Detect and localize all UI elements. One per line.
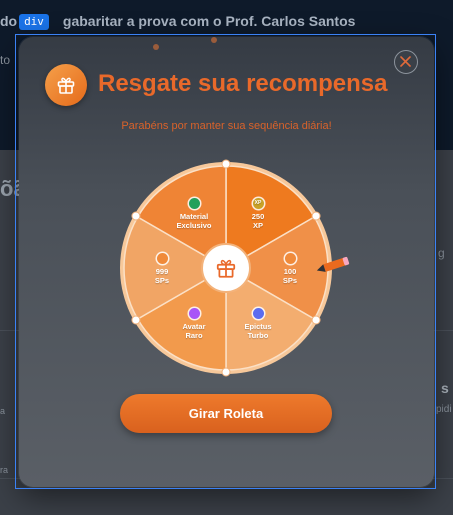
wheel-segment-label: Avatar Raro bbox=[164, 308, 224, 340]
wheel-pointer bbox=[314, 254, 354, 281]
background-header-title: gabaritar a prova com o Prof. Carlos San… bbox=[62, 13, 356, 29]
wheel-peg bbox=[131, 211, 141, 221]
segment-label-line2: Exclusivo bbox=[176, 220, 212, 230]
segment-label-line1: 999 bbox=[155, 267, 169, 276]
wheel-segment-label: 999 SPs bbox=[132, 253, 192, 285]
modal-subtitle: Parabéns por manter sua sequência diária… bbox=[121, 120, 332, 132]
pencil-pointer-icon bbox=[316, 256, 350, 272]
background-side-text: s bbox=[441, 380, 449, 396]
confetti-dot bbox=[153, 44, 159, 50]
wheel-peg bbox=[311, 211, 321, 221]
segment-label-line1: Avatar bbox=[182, 322, 206, 332]
confetti-dot bbox=[211, 37, 217, 43]
avatar-icon bbox=[188, 308, 200, 320]
sp-coin-icon bbox=[284, 253, 296, 264]
segment-label-line2: Turbo bbox=[247, 331, 269, 341]
sp-coin-icon bbox=[156, 253, 168, 264]
close-icon bbox=[400, 56, 411, 67]
devtools-element-tag: div bbox=[19, 14, 49, 30]
segment-label-line1: Material bbox=[179, 211, 209, 221]
material-icon bbox=[188, 197, 200, 209]
wheel-peg bbox=[311, 315, 321, 325]
turbo-icon bbox=[252, 308, 264, 320]
wheel-segment-label: Epictus Turbo bbox=[228, 308, 288, 340]
gift-badge bbox=[45, 64, 87, 106]
close-button[interactable] bbox=[394, 50, 418, 74]
background-side-text: ra bbox=[0, 465, 9, 475]
segment-label-line2: Raro bbox=[185, 331, 203, 341]
background-side-text: g bbox=[438, 246, 445, 260]
segment-label-line1: 250 bbox=[251, 211, 265, 221]
background-side-text: pidi bbox=[436, 404, 452, 415]
wheel-segment-label: Material Exclusivo bbox=[164, 197, 224, 230]
background-header-text: do gabaritar a prova com o Prof. Carlos … bbox=[0, 13, 355, 29]
segment-label-line1: 100 bbox=[283, 267, 297, 276]
wheel-peg bbox=[221, 367, 231, 377]
gift-icon bbox=[57, 77, 75, 94]
segment-label-line2: XP bbox=[252, 220, 263, 230]
wheel-peg bbox=[221, 159, 231, 169]
wheel-segment-label: XP 250 XP bbox=[228, 197, 288, 230]
segment-label-line2: SPs bbox=[282, 276, 298, 285]
wheel-peg bbox=[131, 315, 141, 325]
background-side-text: a bbox=[0, 406, 6, 416]
segment-label-line2: SPs bbox=[154, 276, 170, 285]
background-side-text: to bbox=[0, 53, 11, 67]
modal-title: Resgate sua recompensa bbox=[98, 70, 388, 97]
wheel-segment-label: 100 SPs bbox=[260, 253, 320, 285]
background-header-prefix: do bbox=[0, 13, 18, 29]
xp-coin-icon: XP bbox=[252, 197, 264, 209]
segment-label-line1: Epictus bbox=[244, 322, 272, 332]
spin-wheel-button[interactable]: Girar Roleta bbox=[120, 394, 332, 433]
